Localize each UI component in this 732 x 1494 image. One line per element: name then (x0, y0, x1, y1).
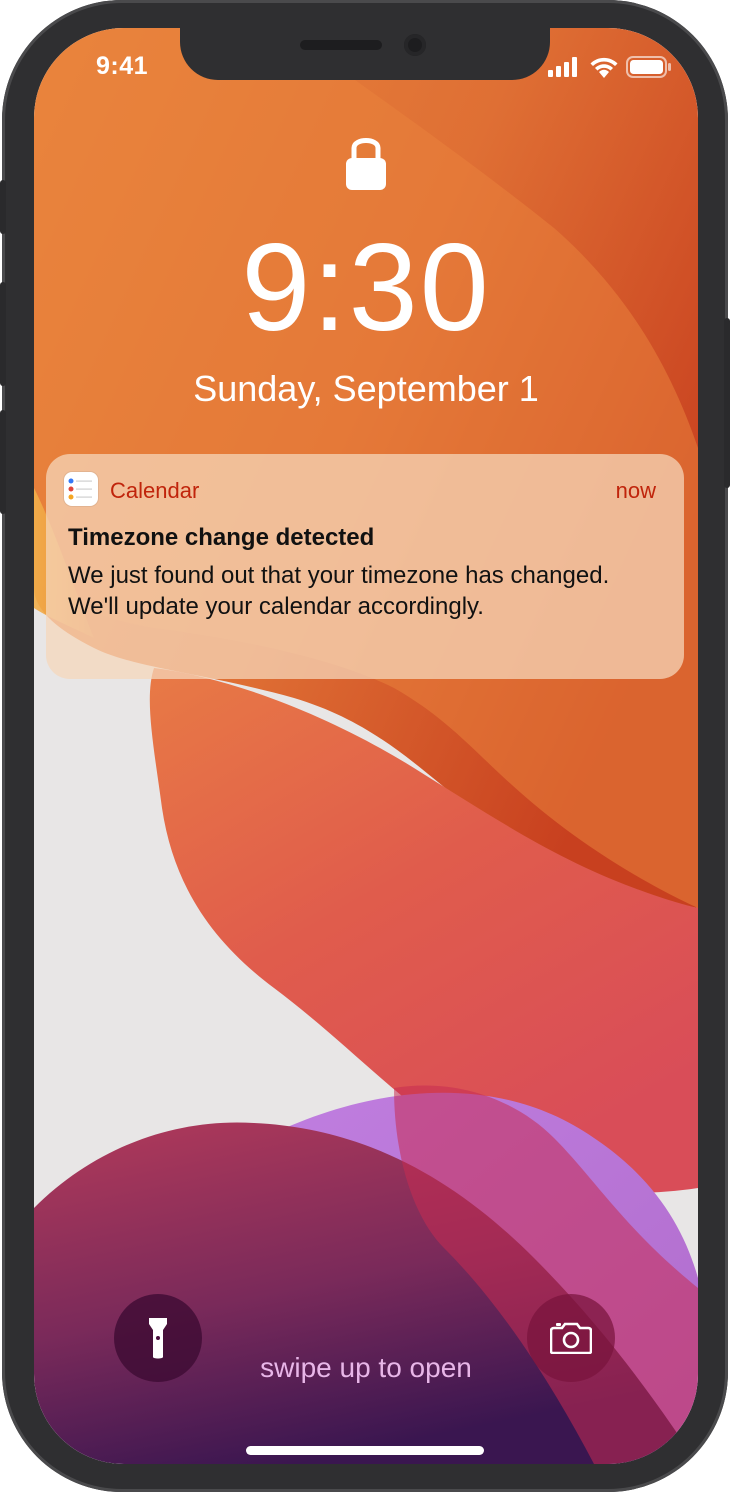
calendar-notification[interactable]: Calendar now Timezone change detected We… (46, 454, 684, 679)
calendar-app-icon (64, 472, 98, 506)
cellular-signal-icon (548, 57, 577, 77)
notch (180, 28, 550, 80)
notification-time: now (615, 478, 656, 503)
silent-switch (0, 180, 6, 234)
battery-icon (626, 56, 671, 78)
phone-frame: 9:41 9:30 Sunday, September 1 Calendar n… (0, 0, 730, 1492)
front-camera (404, 34, 426, 56)
earpiece-speaker (300, 40, 382, 50)
notification-body: We just found out that your timezone has… (68, 562, 610, 620)
notification-title: Timezone change detected (68, 524, 375, 551)
lock-screen[interactable]: 9:41 9:30 Sunday, September 1 Calendar n… (34, 28, 698, 1464)
padlock-icon (346, 138, 386, 190)
swipe-up-hint: swipe up to open (260, 1352, 472, 1383)
wifi-icon (590, 57, 618, 78)
lock-screen-time: 9:30 (241, 219, 491, 357)
status-bar-icons (548, 56, 672, 78)
home-indicator[interactable] (246, 1446, 484, 1455)
volume-up-button (0, 282, 6, 386)
volume-down-button (0, 410, 6, 514)
status-bar-time: 9:41 (96, 52, 149, 80)
power-button (724, 318, 730, 488)
notification-app-name: Calendar (110, 478, 200, 503)
camera-icon (550, 1322, 592, 1354)
lock-screen-date: Sunday, September 1 (193, 368, 539, 409)
